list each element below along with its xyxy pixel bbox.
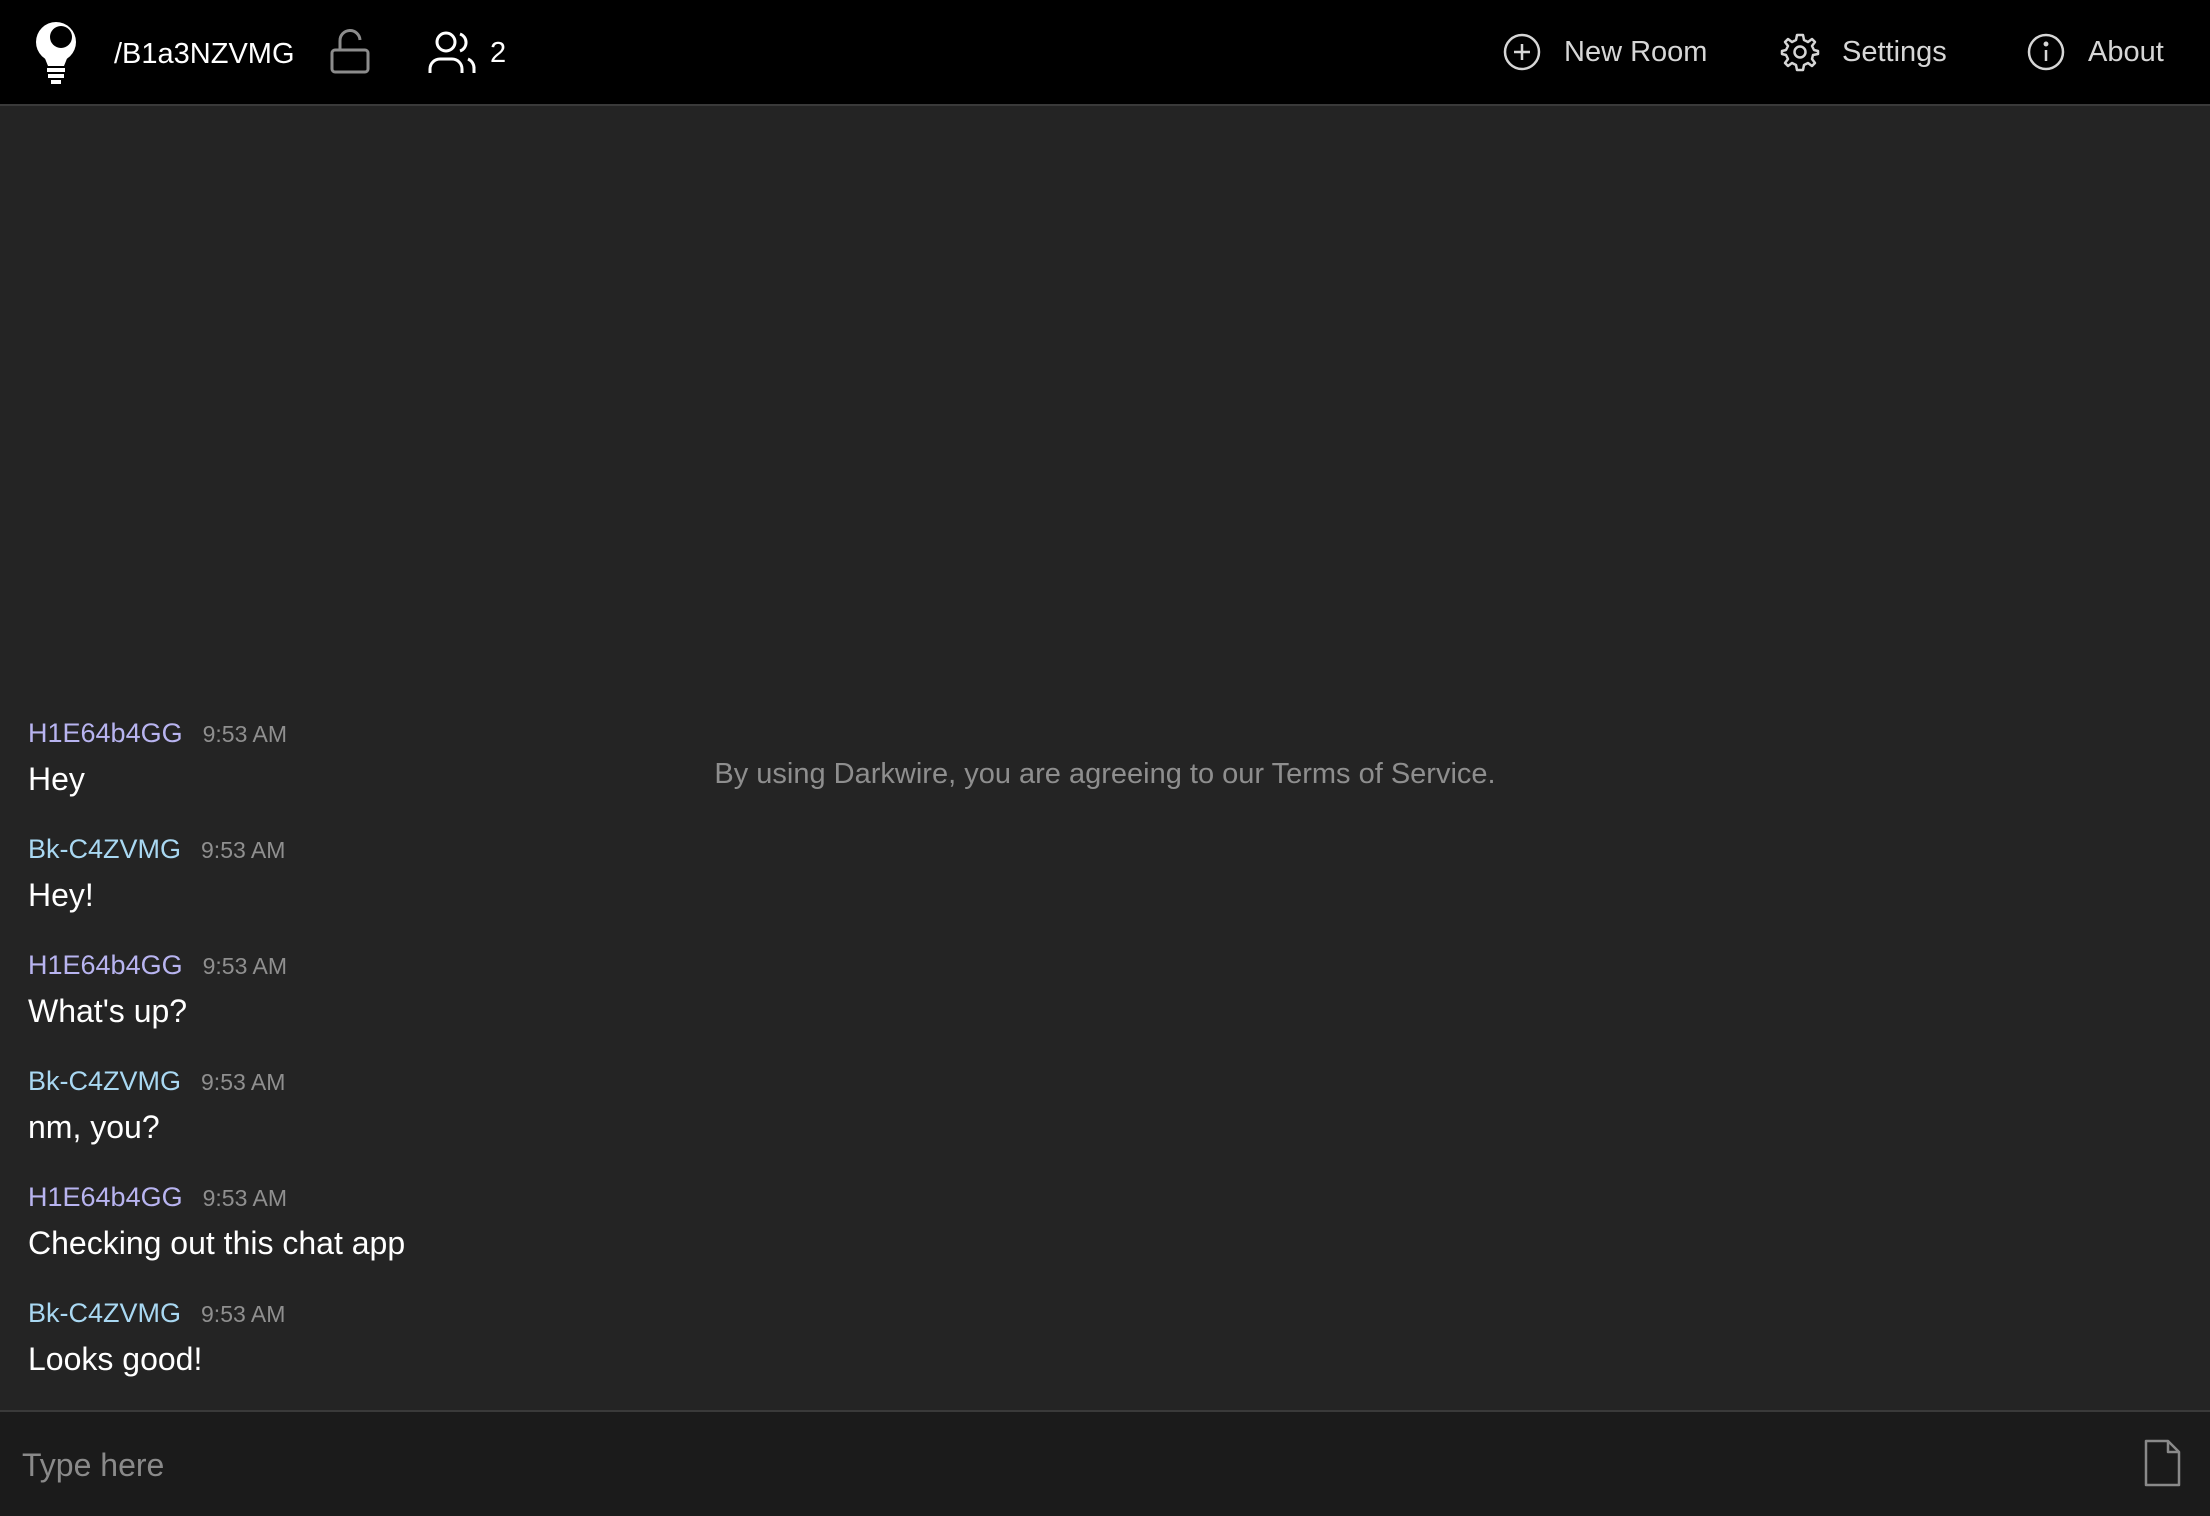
message-username[interactable]: H1E64b4GG — [28, 1180, 183, 1214]
message: Bk-C4ZVMG 9:53 AM Looks good! — [28, 1296, 285, 1379]
message: Bk-C4ZVMG 9:53 AM Hey! — [28, 832, 285, 915]
message-username[interactable]: Bk-C4ZVMG — [28, 1296, 181, 1330]
navbar: /B1a3NZVMG 2 New Room Settings About — [0, 0, 2210, 106]
message: H1E64b4GG 9:53 AM Hey — [28, 716, 287, 799]
message-text: Hey — [28, 761, 85, 797]
message-text: Looks good! — [28, 1341, 203, 1377]
message: Bk-C4ZVMG 9:53 AM nm, you? — [28, 1064, 285, 1147]
message-time: 9:53 AM — [202, 721, 287, 747]
tos-notice: By using Darkwire, you are agreeing to o… — [714, 758, 1496, 790]
message-time: 9:53 AM — [202, 1185, 287, 1211]
message-text: nm, you? — [28, 1109, 160, 1145]
user-count: 2 — [490, 37, 507, 69]
plus-circle-icon — [1503, 33, 1541, 71]
about-label: About — [2088, 36, 2164, 68]
file-icon[interactable] — [2142, 1438, 2182, 1488]
message-text: What's up? — [28, 993, 188, 1029]
message-username[interactable]: Bk-C4ZVMG — [28, 832, 181, 866]
message-input[interactable] — [22, 1440, 2102, 1490]
new-room-label: New Room — [1564, 36, 1708, 68]
chat-area[interactable]: By using Darkwire, you are agreeing to o… — [0, 108, 2210, 1410]
logo-icon[interactable] — [30, 20, 82, 86]
settings-link[interactable]: Settings — [1780, 32, 1947, 72]
message-username[interactable]: H1E64b4GG — [28, 948, 183, 982]
message-time: 9:53 AM — [202, 953, 287, 979]
users-button[interactable]: 2 — [426, 28, 506, 78]
about-link[interactable]: About — [2026, 32, 2164, 72]
message-username[interactable]: Bk-C4ZVMG — [28, 1064, 181, 1098]
message-time: 9:53 AM — [201, 1301, 286, 1327]
message: H1E64b4GG 9:53 AM What's up? — [28, 948, 287, 1031]
message: H1E64b4GG 9:53 AM Checking out this chat… — [28, 1180, 405, 1263]
settings-label: Settings — [1842, 36, 1947, 68]
compose-bar — [0, 1410, 2210, 1516]
room-name: /B1a3NZVMG — [114, 38, 295, 70]
message-username[interactable]: H1E64b4GG — [28, 716, 183, 750]
info-icon — [2027, 33, 2065, 71]
gear-icon — [1780, 33, 1820, 72]
message-text: Hey! — [28, 877, 94, 913]
new-room-link[interactable]: New Room — [1502, 32, 1707, 72]
message-text: Checking out this chat app — [28, 1225, 406, 1261]
unlock-icon[interactable] — [328, 28, 374, 76]
message-time: 9:53 AM — [201, 837, 286, 863]
users-icon — [428, 31, 476, 73]
message-time: 9:53 AM — [201, 1069, 286, 1095]
